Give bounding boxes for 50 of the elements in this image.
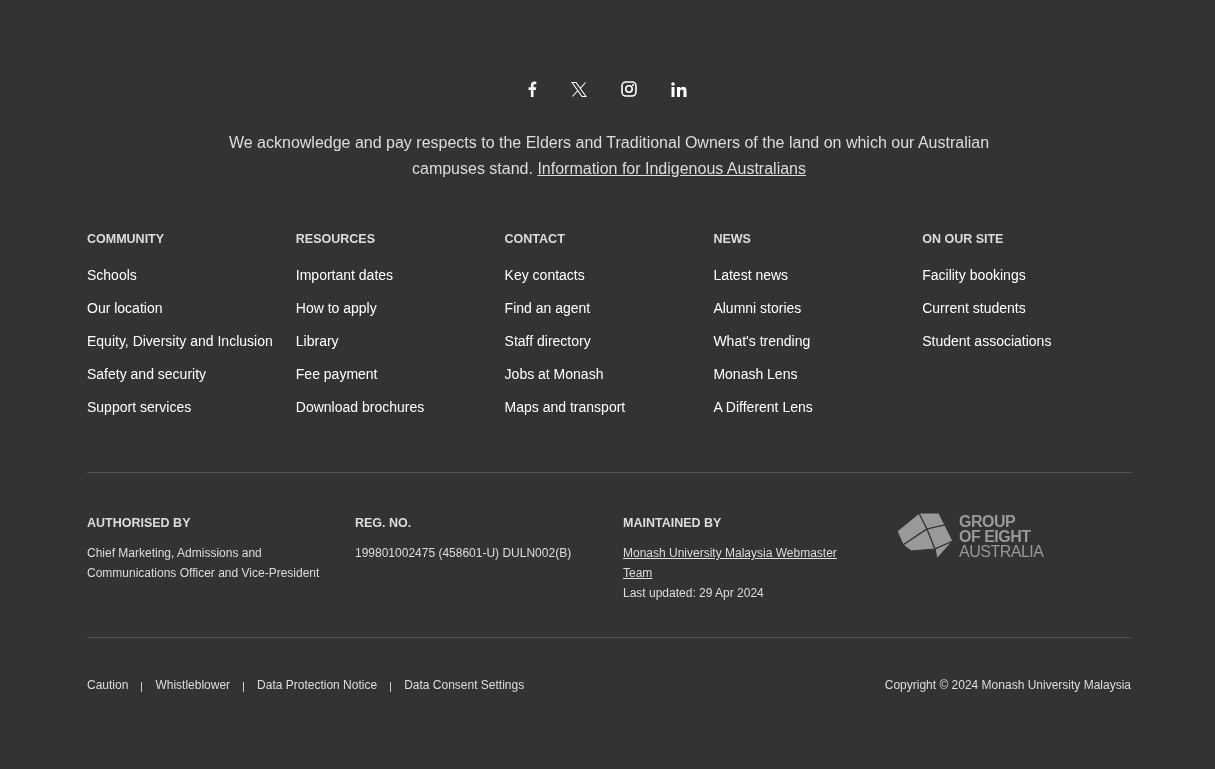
acknowledgement-text: We acknowledge and pay respects to the Elders and Traditional Owners of the land on which our Australian campuses stand. Information for Indigenous Australians [227,133,991,179]
footer-link[interactable]: Current students [922,300,1026,317]
maintained-heading: MAINTAINED BY [623,516,722,532]
footer-link[interactable]: Library [295,333,339,350]
footer-link[interactable]: Alumni stories [713,300,802,317]
australia-map-icon [895,511,955,561]
logo-text: GROUP [959,513,1017,529]
column-heading: RESOURCES [295,232,375,248]
footer-link[interactable]: Facility bookings [922,267,1026,284]
footer-link[interactable]: Staff directory [504,333,591,350]
last-updated-text: Last updated: 29 Apr 2024 [623,585,764,602]
authorised-text: Chief Marketing, Admissions and Communications Officer and Vice-President [87,545,321,582]
reg-heading: REG. NO. [355,516,412,532]
footer-link[interactable]: Student associations [922,333,1052,350]
indigenous-info-link[interactable]: Information for Indigenous Australians [537,160,806,177]
footer-link[interactable]: Key contacts [504,267,585,284]
column-heading: NEWS [713,232,751,248]
footer-link[interactable]: What's trending [713,333,811,350]
reg-number: 199801002475 (458601-U) DULN002(B) [355,545,572,562]
column-heading: COMMUNITY [87,232,165,248]
footer-link[interactable]: Monash Lens [713,366,798,383]
footer-link[interactable]: Fee payment [295,366,378,383]
copyright-text: Copyright © 2024 Monash University Malaysia [884,678,1131,692]
column-heading: ON OUR SITE [922,232,1004,248]
footer-link[interactable]: A Different Lens [713,399,813,416]
column-heading: CONTACT [504,232,565,248]
footer-link[interactable]: Download brochures [295,399,425,416]
footer-link[interactable]: Latest news [713,267,789,284]
footer-link[interactable]: Find an agent [504,300,591,317]
footer-link[interactable]: Schools [87,267,137,284]
facebook-icon[interactable] [527,81,537,97]
legal-link[interactable]: Whistleblower [155,678,231,692]
footer-link[interactable]: Equity, Diversity and Inclusion [87,333,273,350]
footer-link[interactable]: Maps and transport [504,399,626,416]
footer-link[interactable]: Safety and security [87,366,207,383]
footer-link[interactable]: How to apply [295,300,377,317]
footer-link[interactable]: Support services [87,399,192,416]
legal-link[interactable]: Data Protection Notice [257,678,378,692]
instagram-icon[interactable] [621,81,637,97]
authorised-heading: AUTHORISED BY [87,516,191,532]
linkedin-icon[interactable] [671,81,687,97]
logo-text: AUSTRALIA [959,543,1044,559]
legal-link[interactable]: Data Consent Settings [404,678,525,692]
footer-link[interactable]: Important dates [295,267,394,284]
webmaster-link[interactable]: Monash University Malaysia Webmaster Team [623,543,863,583]
legal-link[interactable]: Caution [87,678,129,692]
logo-text: OF EIGHT [959,528,1032,544]
x-icon[interactable] [571,81,587,97]
footer-link[interactable]: Our location [87,300,163,317]
footer-link[interactable]: Jobs at Monash [504,366,604,383]
